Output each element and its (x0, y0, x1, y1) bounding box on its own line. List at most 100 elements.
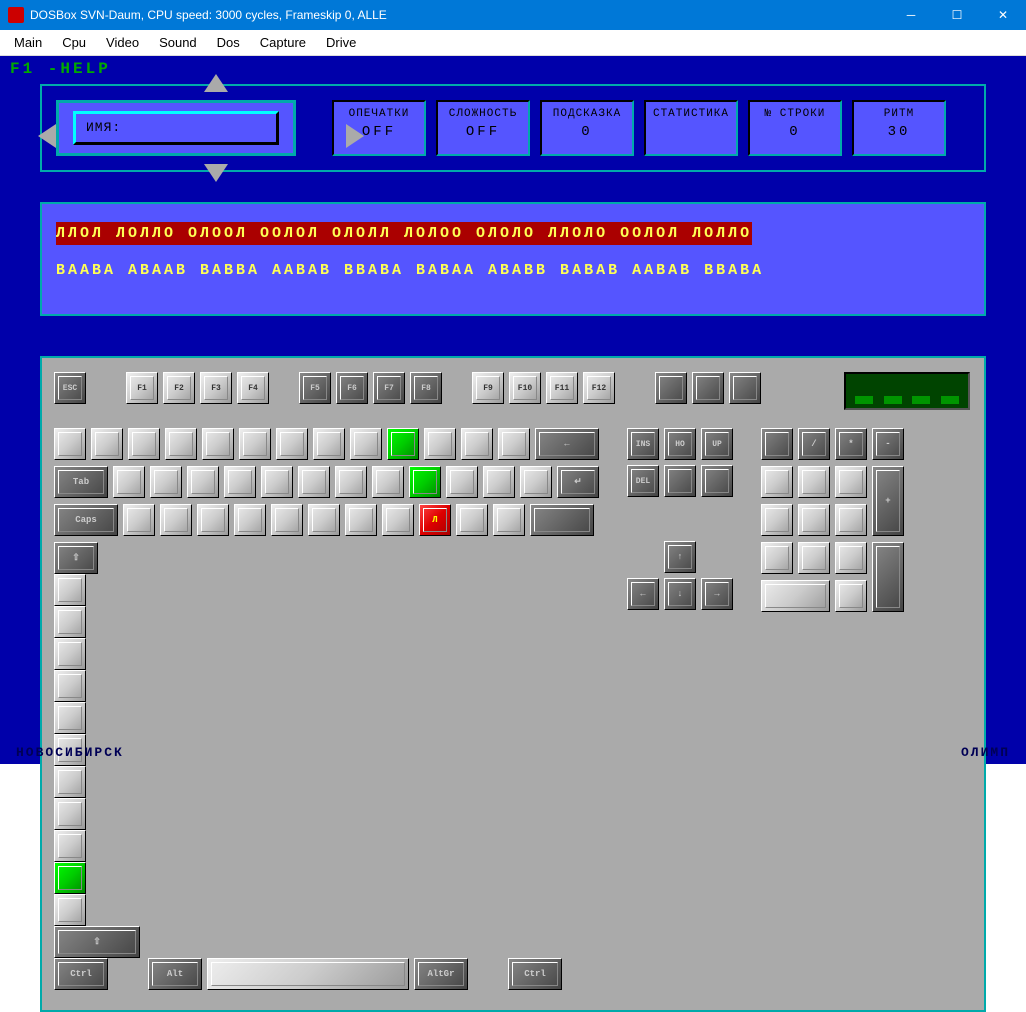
key-a[interactable] (123, 504, 155, 536)
key-y[interactable] (298, 466, 330, 498)
key-num1[interactable] (761, 542, 793, 574)
key-p[interactable] (446, 466, 478, 498)
close-button[interactable]: ✕ (980, 0, 1026, 30)
key-semicolon[interactable] (456, 504, 488, 536)
key-f4[interactable]: F4 (237, 372, 269, 404)
key-num8[interactable] (798, 466, 830, 498)
key-c[interactable] (54, 670, 86, 702)
key-ins[interactable]: INS (627, 428, 659, 460)
key-num5[interactable] (798, 504, 830, 536)
key-g[interactable] (271, 504, 303, 536)
key-5[interactable] (239, 428, 271, 460)
stat-hint[interactable]: ПОДСКАЗКА 0 (540, 100, 634, 156)
menu-video[interactable]: Video (96, 32, 149, 53)
key-rshift[interactable]: ⇧ (54, 926, 140, 958)
menu-drive[interactable]: Drive (316, 32, 366, 53)
key-9[interactable] (387, 428, 419, 460)
key-nummul[interactable]: * (835, 428, 867, 460)
key-arrow-down[interactable]: ↓ (664, 578, 696, 610)
key-m[interactable] (54, 798, 86, 830)
arrow-right-icon[interactable] (346, 124, 364, 148)
key-caps[interactable]: Caps (54, 504, 118, 536)
key-tab[interactable]: Tab (54, 466, 108, 498)
key-enter[interactable] (530, 504, 594, 536)
key-j[interactable] (345, 504, 377, 536)
key-h[interactable] (308, 504, 340, 536)
key-arrow-up[interactable]: ↑ (664, 541, 696, 573)
key-backtick[interactable] (54, 428, 86, 460)
key-n[interactable] (54, 766, 86, 798)
key-rbracket[interactable] (520, 466, 552, 498)
key-r[interactable] (224, 466, 256, 498)
key-space[interactable] (207, 958, 409, 990)
key-num2[interactable] (798, 542, 830, 574)
key-1[interactable] (91, 428, 123, 460)
key-numdiv[interactable]: / (798, 428, 830, 460)
menu-capture[interactable]: Capture (250, 32, 316, 53)
key-w[interactable] (150, 466, 182, 498)
key-f9[interactable]: F9 (472, 372, 504, 404)
key-numminus[interactable]: - (872, 428, 904, 460)
key-7[interactable] (313, 428, 345, 460)
key-backslash[interactable] (54, 574, 86, 606)
key-8[interactable] (350, 428, 382, 460)
key-scrolllock[interactable] (692, 372, 724, 404)
key-esc[interactable]: ESC (54, 372, 86, 404)
key-numdot[interactable] (835, 580, 867, 612)
key-o[interactable] (409, 466, 441, 498)
key-quote[interactable] (493, 504, 525, 536)
key-2[interactable] (128, 428, 160, 460)
key-u[interactable] (335, 466, 367, 498)
key-slash[interactable] (54, 894, 86, 926)
stat-line-no[interactable]: № СТРОКИ 0 (748, 100, 842, 156)
key-e[interactable] (187, 466, 219, 498)
key-minus[interactable] (461, 428, 493, 460)
key-end[interactable] (664, 465, 696, 497)
key-pause[interactable] (729, 372, 761, 404)
stat-difficulty[interactable]: СЛОЖНОСТЬ OFF (436, 100, 530, 156)
key-4[interactable] (202, 428, 234, 460)
stat-rhythm[interactable]: РИТМ 30 (852, 100, 946, 156)
arrow-up-icon[interactable] (204, 74, 228, 92)
key-f1[interactable]: F1 (126, 372, 158, 404)
key-f2[interactable]: F2 (163, 372, 195, 404)
key-t[interactable] (261, 466, 293, 498)
key-arrow-right[interactable]: → (701, 578, 733, 610)
arrow-left-icon[interactable] (38, 124, 56, 148)
key-num3[interactable] (835, 542, 867, 574)
key-numlock[interactable] (761, 428, 793, 460)
key-backspace[interactable]: ← (535, 428, 599, 460)
key-num9[interactable] (835, 466, 867, 498)
key-lalt[interactable]: Alt (148, 958, 202, 990)
key-del[interactable]: DEL (627, 465, 659, 497)
key-printscr[interactable] (655, 372, 687, 404)
key-num0[interactable] (761, 580, 830, 612)
key-3[interactable] (165, 428, 197, 460)
key-comma[interactable] (54, 830, 86, 862)
key-f[interactable] (234, 504, 266, 536)
key-0[interactable] (424, 428, 456, 460)
key-rctrl[interactable]: Ctrl (508, 958, 562, 990)
key-d[interactable] (197, 504, 229, 536)
key-6[interactable] (276, 428, 308, 460)
key-s[interactable] (160, 504, 192, 536)
key-v[interactable] (54, 702, 86, 734)
key-l-highlight[interactable]: Л (419, 504, 451, 536)
key-f5[interactable]: F5 (299, 372, 331, 404)
key-numplus[interactable]: + (872, 466, 904, 536)
key-k[interactable] (382, 504, 414, 536)
key-period[interactable] (54, 862, 86, 894)
key-pgup[interactable]: UP (701, 428, 733, 460)
minimize-button[interactable]: ─ (888, 0, 934, 30)
key-arrow-left[interactable]: ← (627, 578, 659, 610)
key-lctrl[interactable]: Ctrl (54, 958, 108, 990)
stat-statistics[interactable]: СТАТИСТИКА (644, 100, 738, 156)
key-numenter[interactable] (872, 542, 904, 612)
key-f6[interactable]: F6 (336, 372, 368, 404)
key-enter-top[interactable]: ↵ (557, 466, 599, 498)
menu-sound[interactable]: Sound (149, 32, 207, 53)
key-f10[interactable]: F10 (509, 372, 541, 404)
name-field[interactable]: ИМЯ: (56, 100, 296, 156)
key-f8[interactable]: F8 (410, 372, 442, 404)
key-home[interactable]: HO (664, 428, 696, 460)
